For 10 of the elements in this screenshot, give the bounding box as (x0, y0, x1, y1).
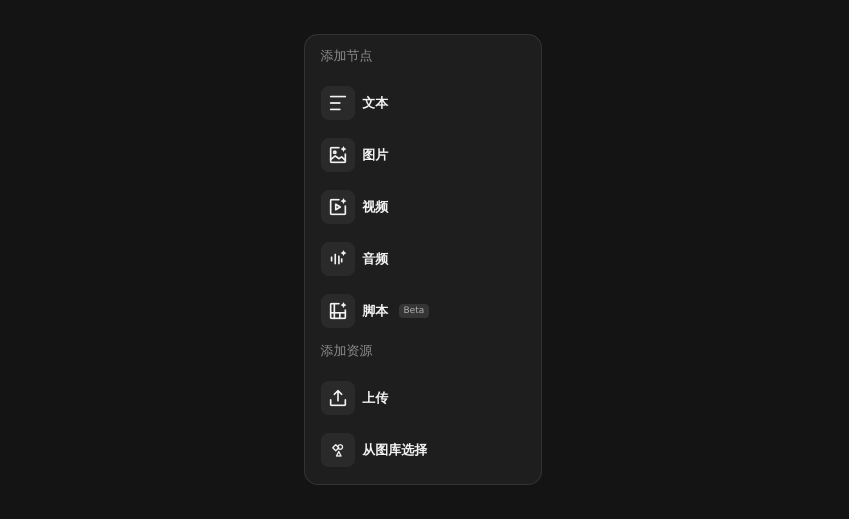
menu-item[interactable]: 上传 (320, 372, 524, 424)
beta-badge: Beta (398, 304, 430, 318)
menu-item[interactable]: 音频 (320, 233, 524, 285)
menu-item[interactable]: 视频 (320, 181, 524, 233)
section-header: 添加节点 (320, 48, 374, 66)
menu-item[interactable]: 文本 (320, 77, 524, 129)
menu-item[interactable]: 从图库选择 (320, 424, 524, 476)
section-header: 添加资源 (320, 343, 374, 361)
menu-item[interactable]: 脚本 Beta (320, 285, 524, 337)
menu-item[interactable]: 图片 (320, 129, 524, 181)
